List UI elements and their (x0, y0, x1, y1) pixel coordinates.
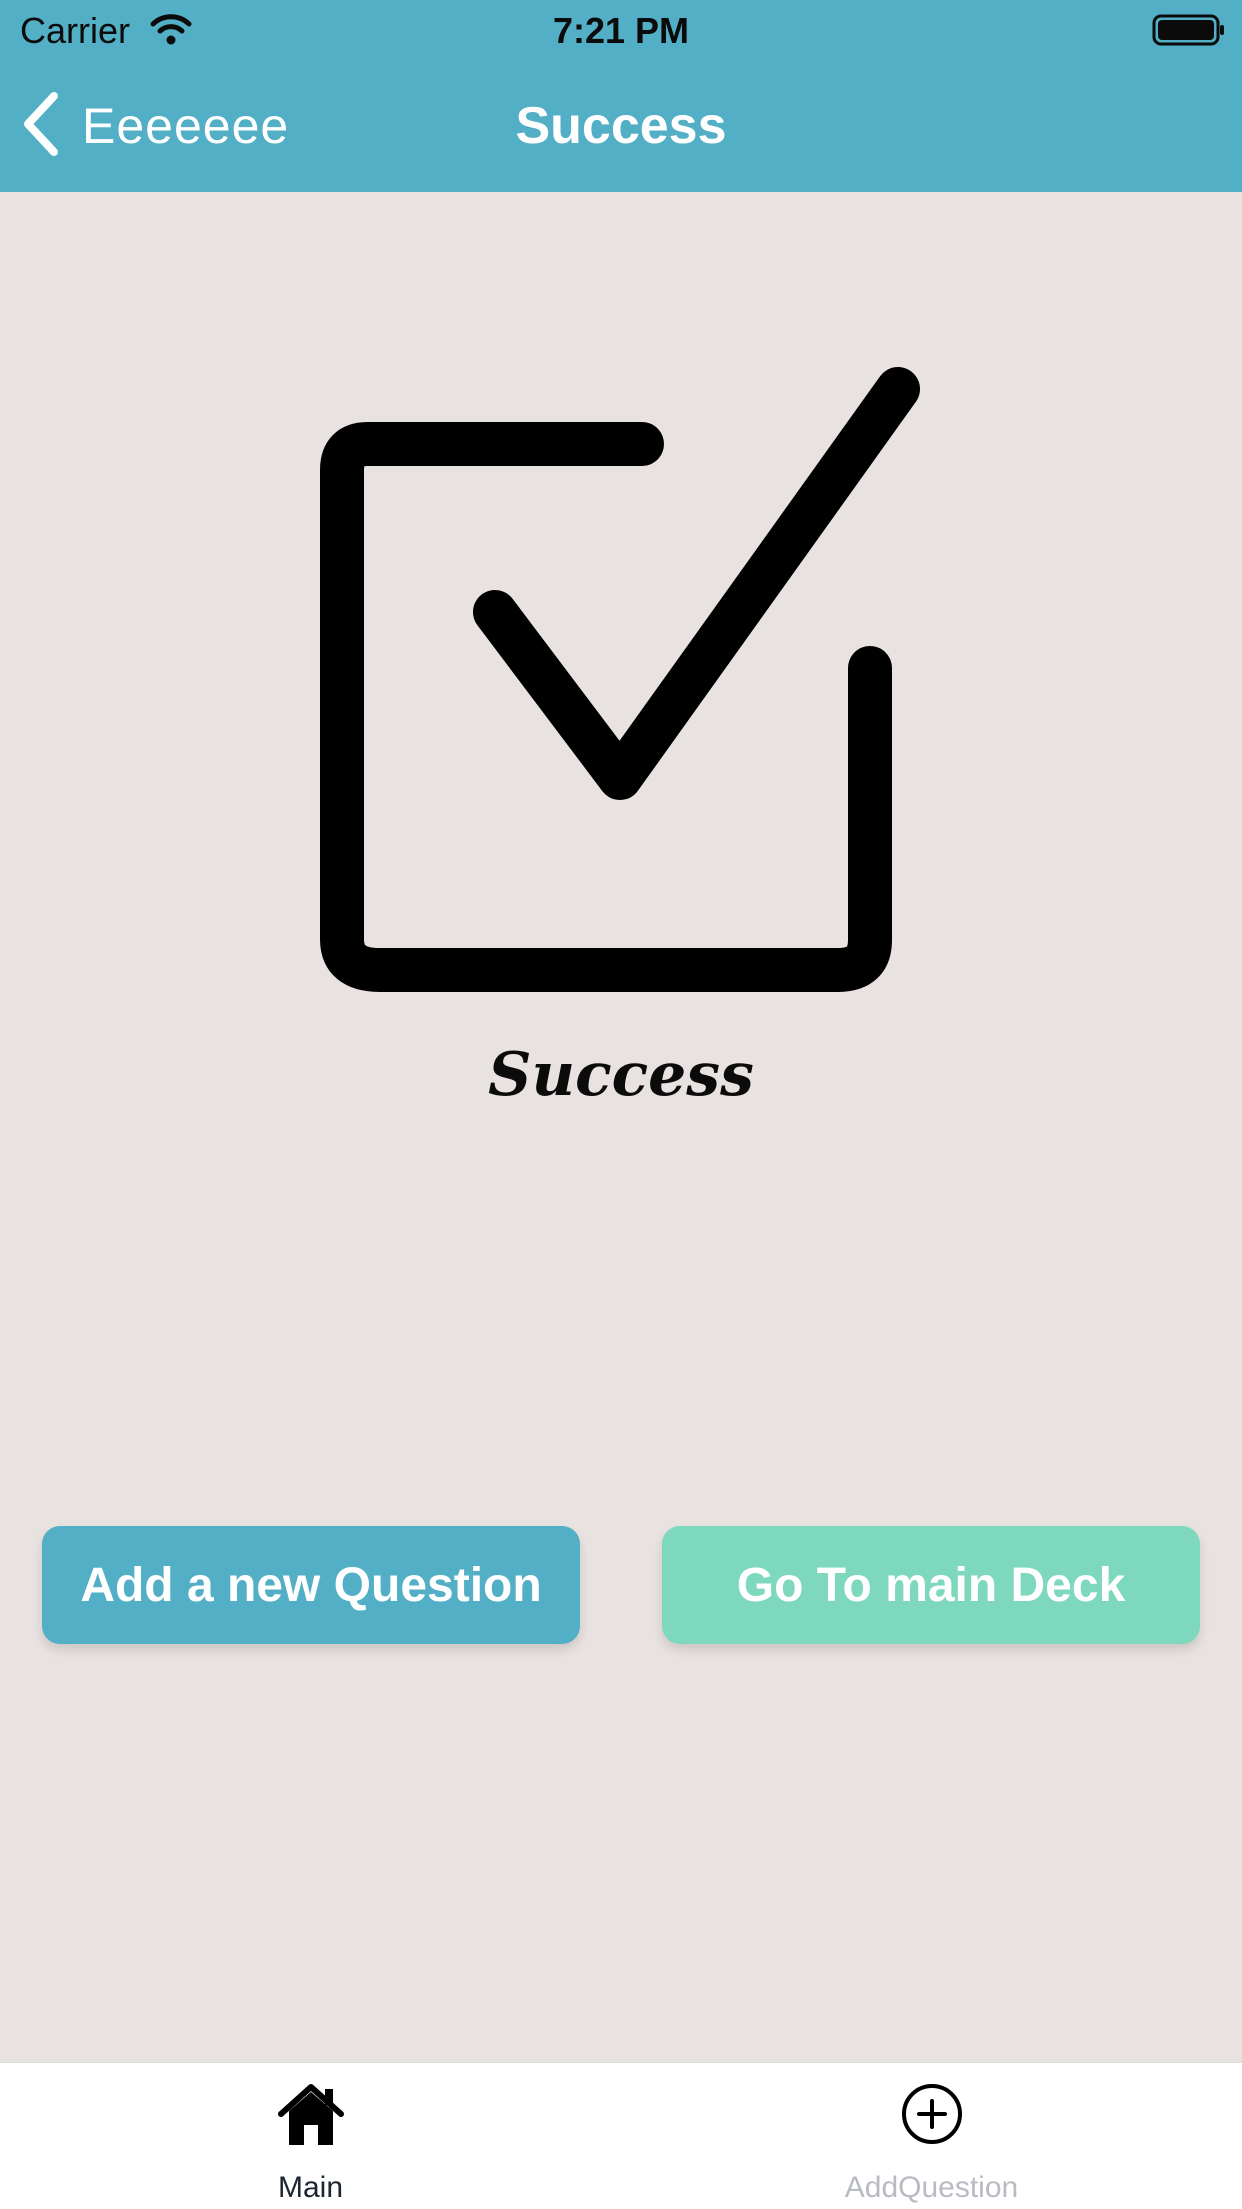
tab-main[interactable]: Main (0, 2063, 621, 2209)
plus-circle-icon (899, 2081, 965, 2152)
go-to-main-deck-button[interactable]: Go To main Deck (662, 1526, 1200, 1644)
tab-bar: Main AddQuestion (0, 2062, 1242, 2209)
tab-add-question[interactable]: AddQuestion (621, 2063, 1242, 2209)
success-message: Success (488, 1040, 754, 1110)
checkbox-checked-icon (300, 355, 940, 1000)
tab-add-question-label: AddQuestion (844, 2171, 1019, 2204)
tab-main-label: Main (277, 2171, 344, 2204)
navigation-header: Carrier 7:21 PM Eeeeeee Success (0, 0, 1242, 192)
page-title: Success (515, 97, 727, 155)
status-time: 7:21 PM (552, 10, 690, 51)
home-icon (275, 2081, 347, 2152)
add-question-button[interactable]: Add a new Question (42, 1526, 580, 1644)
battery-icon (1152, 14, 1226, 53)
